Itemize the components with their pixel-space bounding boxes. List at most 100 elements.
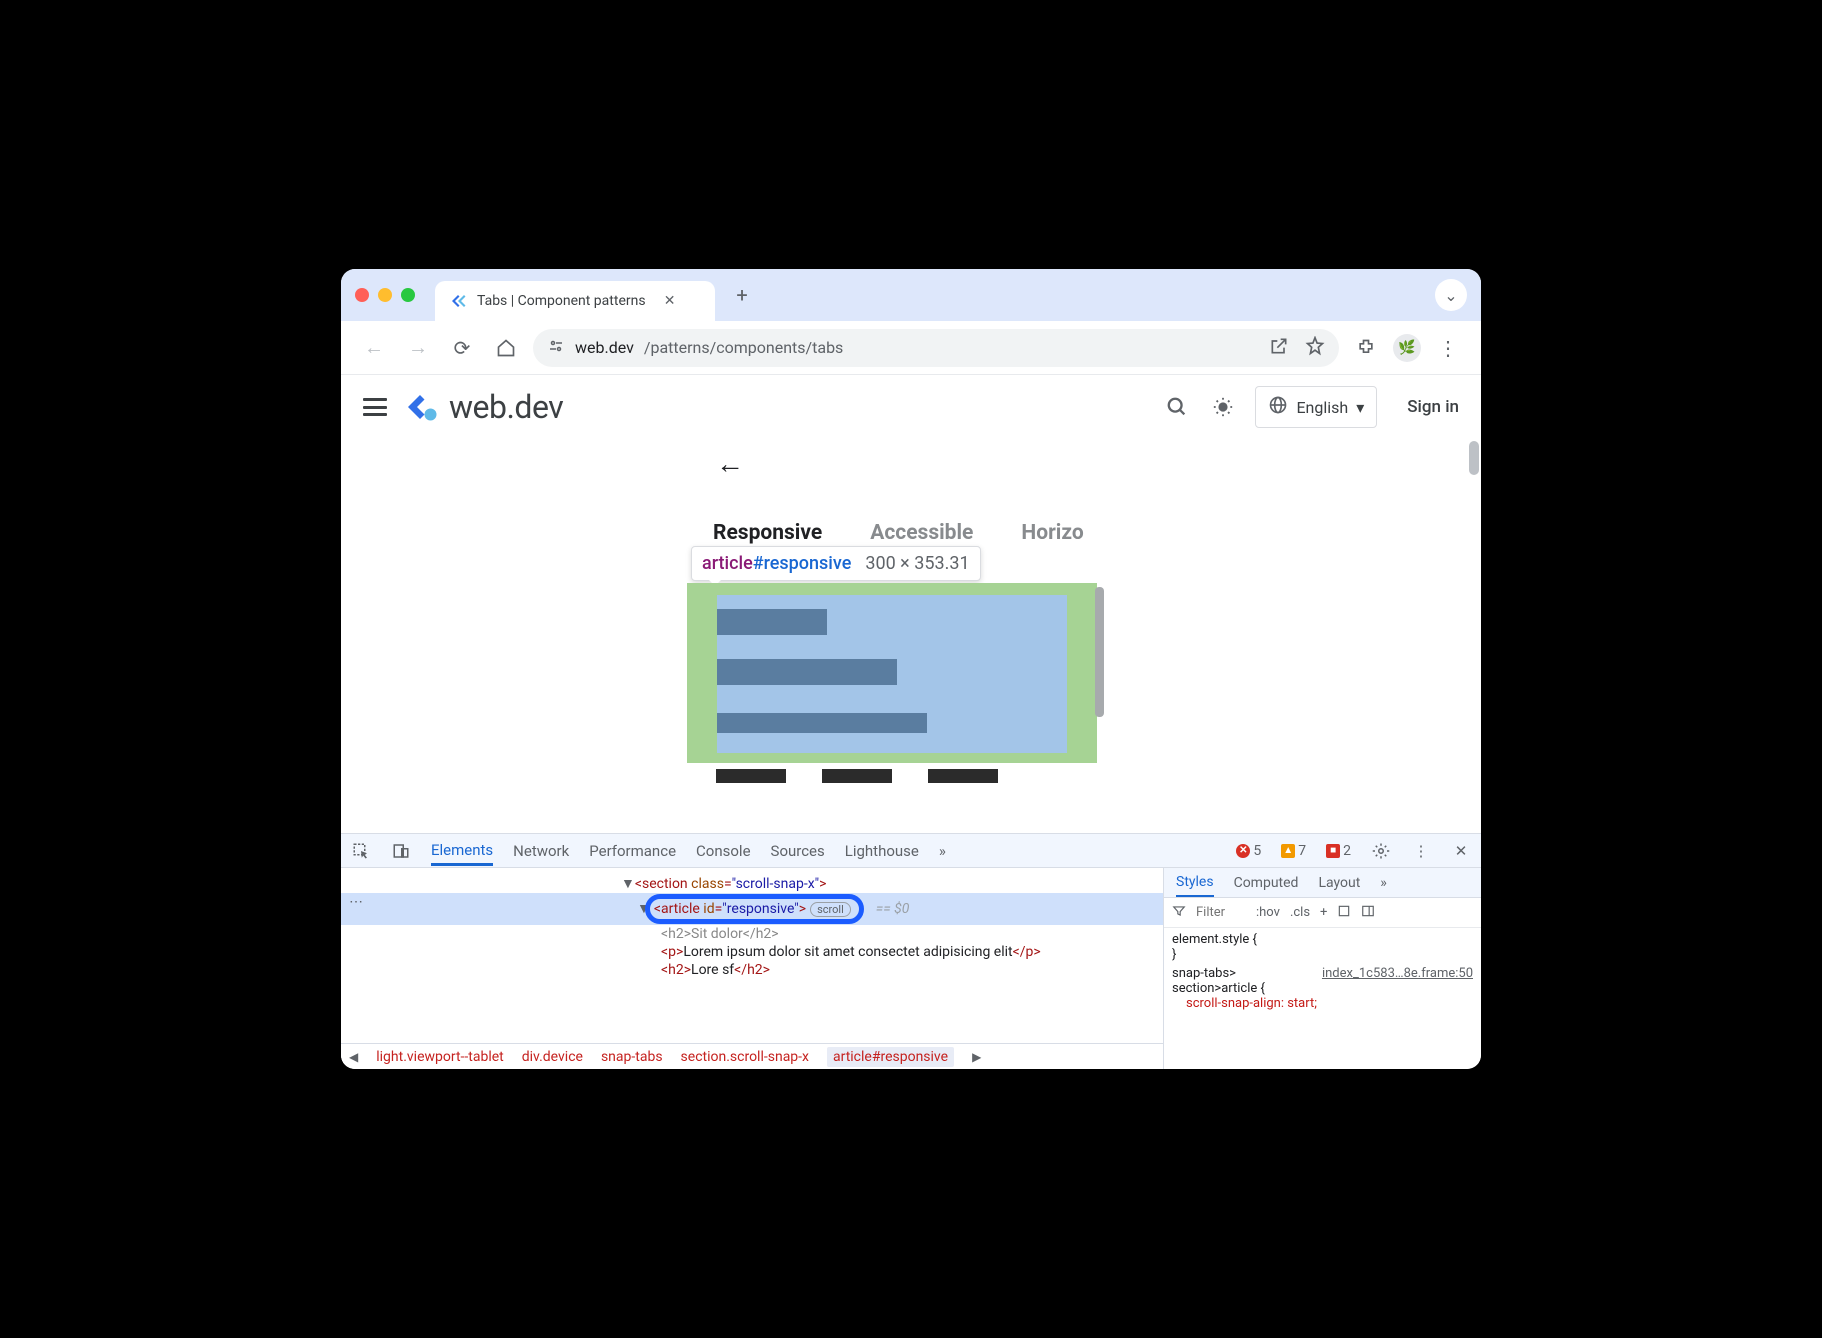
tab-overflow-button[interactable]: ⌄ — [1435, 279, 1467, 311]
extensions-icon[interactable] — [1349, 331, 1383, 365]
theme-toggle-icon[interactable] — [1209, 393, 1237, 421]
language-label: English — [1296, 398, 1348, 417]
breadcrumb-next-icon[interactable]: ▶ — [972, 1050, 981, 1064]
breadcrumb-prev-icon[interactable]: ◀ — [349, 1050, 358, 1064]
nav-forward-button[interactable]: → — [401, 331, 435, 365]
breadcrumb-item[interactable]: section.scroll-snap-x — [681, 1049, 809, 1065]
page-viewport: ← Responsive Accessible Horizo article#r… — [341, 439, 1481, 833]
demo-tabs: Responsive Accessible Horizo — [713, 521, 1084, 545]
issue-count[interactable]: ■2 — [1326, 843, 1351, 859]
thumb[interactable] — [928, 769, 998, 783]
close-icon[interactable] — [355, 288, 369, 302]
warning-count[interactable]: ▲7 — [1281, 843, 1306, 859]
site-header: web.dev English ▾ Sign in — [341, 375, 1481, 439]
nav-back-button[interactable]: ← — [357, 331, 391, 365]
window-controls — [355, 288, 415, 302]
breadcrumb-item[interactable]: div.device — [522, 1049, 583, 1065]
styles-panel: Styles Computed Layout » :hov .cls + ele… — [1163, 868, 1481, 1069]
chrome-tabbar: Tabs | Component patterns ✕ + ⌄ — [341, 269, 1481, 321]
tooltip-tag: article — [702, 553, 753, 574]
demo-thumbnails — [716, 769, 998, 783]
highlight-content — [717, 595, 1067, 753]
device-toggle-icon[interactable] — [391, 841, 411, 861]
reload-button[interactable]: ⟳ — [445, 331, 479, 365]
chrome-toolbar: ← → ⟳ web.dev/patterns/components/tabs 🌿… — [341, 321, 1481, 375]
tab-accessible[interactable]: Accessible — [870, 521, 973, 545]
breadcrumb-item-active[interactable]: article#responsive — [827, 1047, 954, 1067]
source-link[interactable]: index_1c583…8e.frame:50 — [1322, 966, 1473, 981]
error-count[interactable]: ✕5 — [1236, 843, 1261, 859]
more-tabs-icon[interactable]: » — [939, 842, 946, 860]
elements-tree[interactable]: ▼<section class="scroll-snap-x"> ▼<artic… — [341, 868, 1163, 1069]
language-select[interactable]: English ▾ — [1255, 386, 1377, 428]
close-devtools-icon[interactable]: ✕ — [1451, 841, 1471, 861]
tab-responsive[interactable]: Responsive — [713, 521, 822, 545]
demo-scrollbar[interactable] — [1095, 587, 1104, 717]
skeleton-bar — [717, 609, 827, 635]
styles-toolbar: :hov .cls + — [1164, 898, 1481, 928]
more-panels-icon[interactable]: » — [1380, 875, 1387, 891]
tab-lighthouse[interactable]: Lighthouse — [845, 842, 919, 860]
tab-layout[interactable]: Layout — [1318, 875, 1360, 891]
url-host: web.dev — [575, 338, 634, 357]
inspect-icon[interactable] — [351, 841, 371, 861]
filter-icon — [1172, 904, 1186, 922]
filter-input[interactable] — [1196, 905, 1246, 920]
logo-text: web.dev — [449, 388, 563, 426]
sign-in-button[interactable]: Sign in — [1407, 397, 1459, 417]
tab-computed[interactable]: Computed — [1234, 875, 1299, 891]
bookmark-icon[interactable] — [1305, 336, 1325, 360]
new-rule-icon[interactable]: + — [1320, 905, 1327, 920]
selected-element: ▼<article id="responsive">scroll== $0 — [341, 893, 1163, 925]
styles-rules[interactable]: element.style { } snap-tabs>index_1c583…… — [1164, 928, 1481, 1069]
new-tab-button[interactable]: + — [727, 280, 757, 310]
devtools-tabs: Elements Network Performance Console Sou… — [341, 834, 1481, 868]
tab-console[interactable]: Console — [696, 842, 751, 860]
profile-avatar[interactable]: 🌿 — [1393, 334, 1421, 362]
browser-tab[interactable]: Tabs | Component patterns ✕ — [435, 281, 715, 321]
search-icon[interactable] — [1163, 393, 1191, 421]
chevron-down-icon: ▾ — [1356, 398, 1364, 417]
skeleton-bar — [717, 713, 927, 733]
page-scrollbar[interactable] — [1469, 441, 1479, 475]
scroll-badge[interactable]: scroll — [810, 902, 851, 917]
site-logo[interactable]: web.dev — [405, 388, 563, 426]
menu-button[interactable] — [363, 398, 387, 416]
thumb[interactable] — [822, 769, 892, 783]
minimize-icon[interactable] — [378, 288, 392, 302]
breadcrumb-item[interactable]: light.viewport--tablet — [376, 1049, 504, 1065]
sidebar-toggle-icon[interactable] — [1361, 904, 1375, 922]
tab-network[interactable]: Network — [513, 842, 569, 860]
kebab-menu-icon[interactable]: ⋮ — [1411, 841, 1431, 861]
chrome-menu-button[interactable]: ⋮ — [1431, 331, 1465, 365]
open-external-icon[interactable] — [1269, 336, 1289, 360]
home-button[interactable] — [489, 331, 523, 365]
styles-tabs: Styles Computed Layout » — [1164, 868, 1481, 898]
tooltip-id: #responsive — [753, 553, 852, 574]
tab-performance[interactable]: Performance — [589, 842, 676, 860]
elements-breadcrumb: ◀ light.viewport--tablet div.device snap… — [341, 1043, 1163, 1069]
cls-toggle[interactable]: .cls — [1290, 905, 1310, 920]
settings-icon[interactable] — [1371, 841, 1391, 861]
tab-horizontal[interactable]: Horizo — [1021, 521, 1083, 545]
devtools-panel: Elements Network Performance Console Sou… — [341, 833, 1481, 1069]
site-settings-icon[interactable] — [547, 337, 565, 359]
tooltip-dimensions: 300 × 353.31 — [865, 553, 969, 574]
browser-window: Tabs | Component patterns ✕ + ⌄ ← → ⟳ we… — [341, 269, 1481, 1069]
breadcrumb-item[interactable]: snap-tabs — [601, 1049, 663, 1065]
hov-toggle[interactable]: :hov — [1256, 905, 1280, 920]
thumb[interactable] — [716, 769, 786, 783]
address-bar[interactable]: web.dev/patterns/components/tabs — [533, 329, 1339, 367]
demo-device: ← Responsive Accessible Horizo article#r… — [681, 439, 1106, 794]
inspector-highlight — [687, 583, 1097, 763]
favicon-icon — [449, 292, 467, 310]
computed-toggle-icon[interactable] — [1337, 904, 1351, 922]
demo-back-button[interactable]: ← — [716, 447, 744, 480]
tab-close-icon[interactable]: ✕ — [662, 293, 678, 309]
skeleton-bar — [717, 659, 897, 685]
tab-styles[interactable]: Styles — [1176, 874, 1214, 897]
tab-elements[interactable]: Elements — [431, 841, 493, 866]
maximize-icon[interactable] — [401, 288, 415, 302]
tab-sources[interactable]: Sources — [771, 842, 825, 860]
inspector-tooltip: article#responsive 300 × 353.31 — [691, 546, 981, 581]
